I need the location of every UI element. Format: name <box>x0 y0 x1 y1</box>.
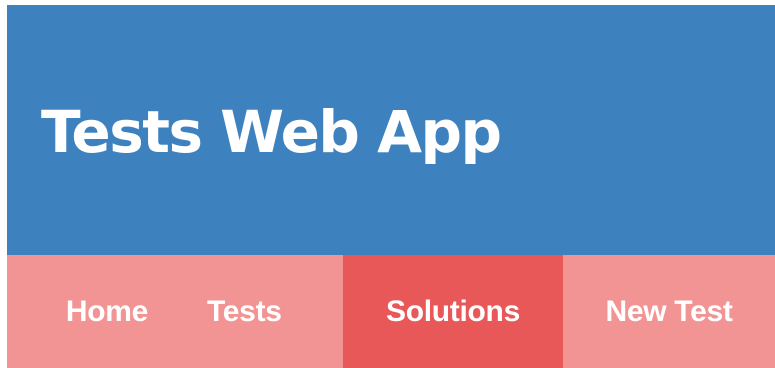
nav-item-tests[interactable]: Tests <box>207 255 343 368</box>
nav-item-solutions[interactable]: Solutions <box>343 255 563 368</box>
app-header: Tests Web App <box>7 5 775 255</box>
app-title: Tests Web App <box>41 98 502 166</box>
nav-item-home[interactable]: Home <box>7 255 207 368</box>
main-nav: Home Tests Solutions New Test <box>7 255 775 368</box>
nav-item-new-test[interactable]: New Test <box>563 255 775 368</box>
app-frame: Tests Web App Home Tests Solutions New T… <box>7 5 775 368</box>
